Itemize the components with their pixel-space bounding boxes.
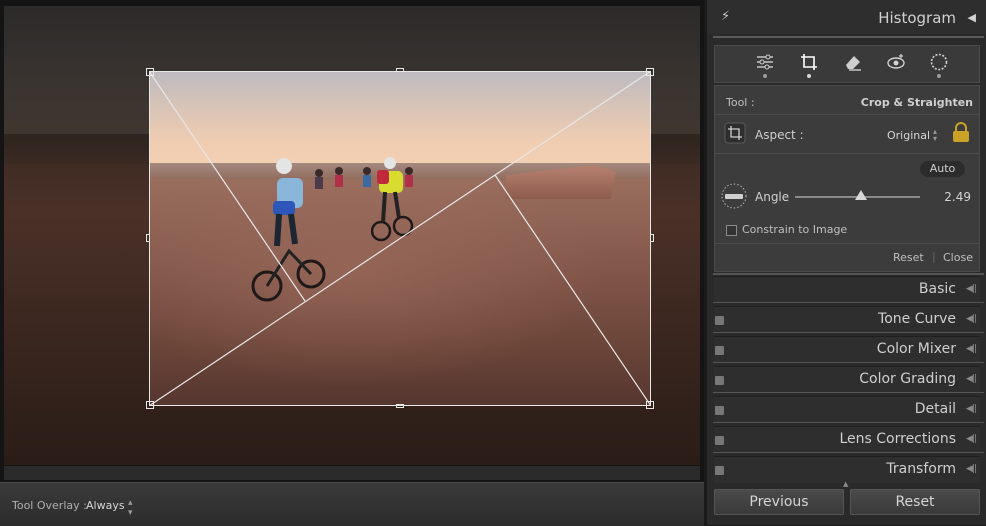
angle-label: Angle (755, 190, 790, 204)
crop-handle-top-left[interactable] (146, 68, 154, 76)
lock-icon[interactable] (952, 122, 970, 142)
aspect-crop-icon[interactable] (724, 122, 746, 148)
crop-icon[interactable] (797, 52, 821, 78)
angle-slider-thumb[interactable] (855, 190, 868, 200)
panel-toggle-switch[interactable] (715, 316, 724, 325)
crop-close-button[interactable]: Close (943, 251, 973, 264)
section-basic[interactable]: Basic ◀|| (714, 276, 980, 303)
section-collapse-icon[interactable]: ◀|| (966, 374, 977, 384)
canvas-filmstrip-bar (4, 466, 700, 480)
crop-handle-top-right[interactable] (646, 68, 654, 76)
tool-strip (714, 45, 980, 83)
tool-overlay-select[interactable]: Always (86, 499, 125, 512)
eraser-icon[interactable] (841, 52, 865, 76)
section-collapse-icon[interactable]: ◀|| (966, 434, 977, 444)
section-lens-corrections[interactable]: Lens Corrections ◀|| (714, 426, 980, 453)
tool-overlay-label: Tool Overlay : (12, 499, 87, 512)
auto-straighten-button[interactable]: Auto (920, 161, 965, 177)
section-color-grading[interactable]: Color Grading ◀|| (714, 366, 980, 393)
section-color-mixer[interactable]: Color Mixer ◀|| (714, 336, 980, 363)
constrain-checkbox[interactable] (726, 225, 737, 236)
angle-value[interactable]: 2.49 (944, 190, 971, 204)
section-collapse-icon[interactable]: ◀|| (966, 284, 977, 294)
select-arrows-icon[interactable]: ▴ ▾ (128, 498, 133, 518)
aspect-select-arrows-icon[interactable]: ▴ ▾ (933, 128, 937, 143)
section-collapse-icon[interactable]: ◀|| (966, 344, 977, 354)
histogram-header[interactable]: ⚡ Histogram ◀ (707, 0, 986, 34)
aspect-select[interactable]: Original (887, 129, 930, 142)
crop-frame[interactable] (149, 71, 651, 406)
lightning-icon[interactable]: ⚡ (721, 9, 730, 24)
crop-handle-right[interactable] (650, 234, 654, 242)
crop-straighten-panel: Tool : Crop & Straighten Aspect : Origin… (714, 85, 980, 272)
tool-name: Crop & Straighten (860, 96, 973, 109)
panel-toggle-switch[interactable] (715, 406, 724, 415)
sliders-icon[interactable] (753, 52, 777, 78)
section-transform[interactable]: Transform ◀|| (714, 456, 980, 483)
section-detail[interactable]: Detail ◀|| (714, 396, 980, 423)
panel-toggle-switch[interactable] (715, 436, 724, 445)
crop-handle-bottom[interactable] (396, 404, 404, 408)
panel-toggle-switch[interactable] (715, 466, 724, 475)
section-collapse-icon[interactable]: ◀|| (966, 464, 977, 474)
previous-button[interactable]: Previous (714, 489, 844, 515)
level-icon[interactable] (720, 182, 748, 214)
histogram-title: Histogram (878, 9, 956, 27)
bottom-toolbar: Tool Overlay : Always ▴ ▾ (0, 482, 704, 526)
mask-icon[interactable] (927, 52, 951, 78)
histogram-divider (713, 36, 984, 38)
right-panel: ⚡ Histogram ◀ Tool : Crop & Straighten A… (705, 0, 986, 525)
photo-canvas[interactable] (0, 0, 704, 482)
section-tone-curve[interactable]: Tone Curve ◀|| (714, 306, 980, 333)
constrain-label: Constrain to Image (742, 223, 848, 236)
crop-reset-button[interactable]: Reset (893, 251, 924, 264)
crop-handle-bottom-right[interactable] (646, 401, 654, 409)
section-collapse-icon[interactable]: ◀|| (966, 314, 977, 324)
tool-label: Tool : (726, 96, 755, 109)
section-collapse-icon[interactable]: ◀|| (966, 404, 977, 414)
crop-handle-bottom-left[interactable] (146, 401, 154, 409)
reset-button[interactable]: Reset (850, 489, 980, 515)
panel-toggle-switch[interactable] (715, 376, 724, 385)
collapse-triangle-icon[interactable]: ◀ (968, 11, 976, 24)
crop-handle-top[interactable] (396, 68, 404, 72)
redeye-icon[interactable] (884, 52, 908, 76)
crop-handle-left[interactable] (146, 234, 150, 242)
panel-toggle-switch[interactable] (715, 346, 724, 355)
scroll-more-icon[interactable]: ▲ (843, 480, 848, 488)
aspect-label: Aspect : (755, 128, 804, 142)
